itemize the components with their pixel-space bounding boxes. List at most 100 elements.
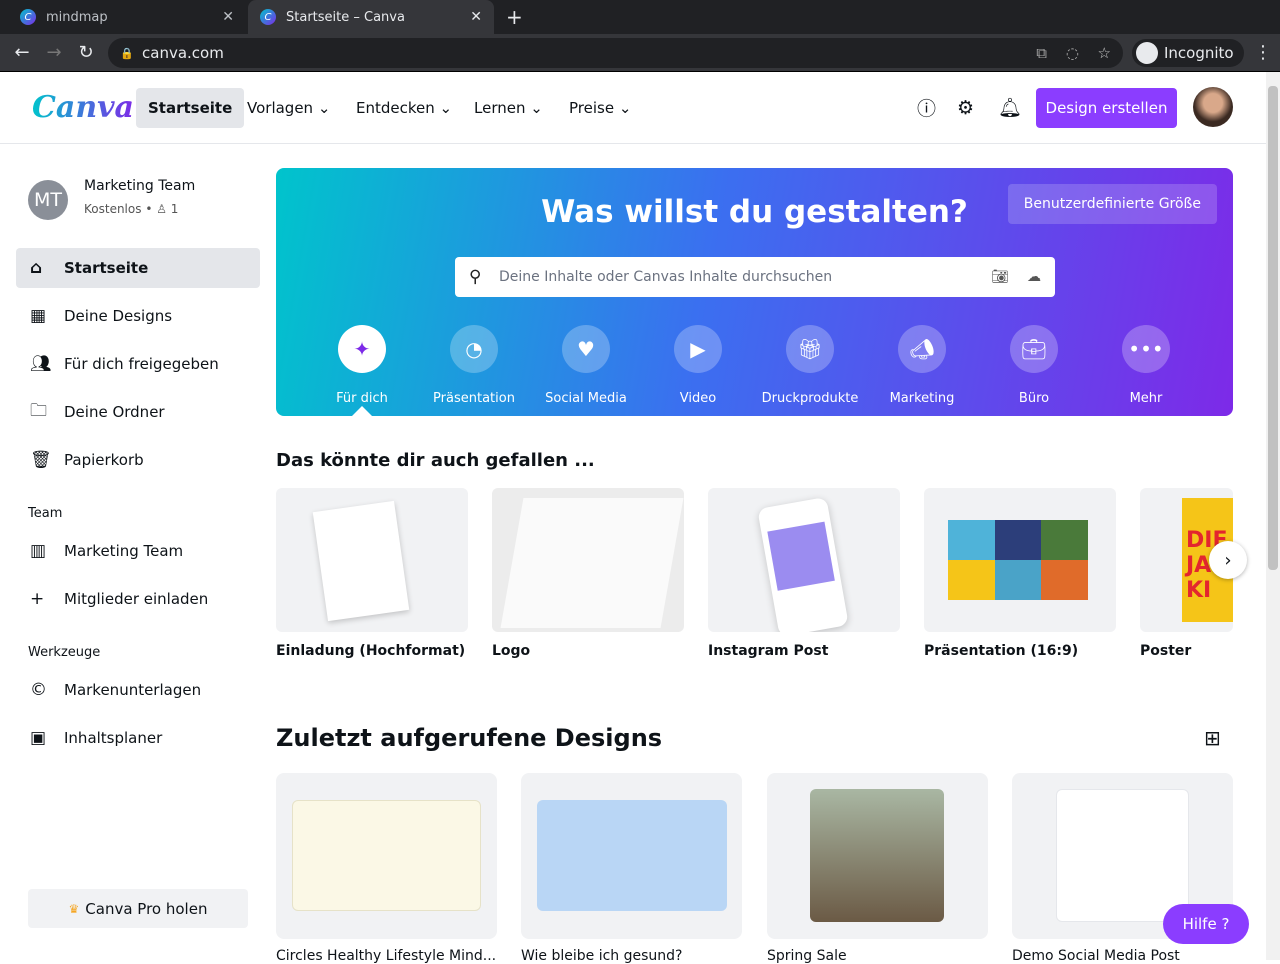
building-icon: ▥ (30, 541, 47, 561)
canva-favicon-icon: C (20, 9, 36, 25)
nav-label: Preise (569, 98, 615, 117)
nav-preise[interactable]: Preise ⌄ (557, 88, 643, 128)
video-icon: ▶ (674, 325, 722, 373)
nav-startseite[interactable]: Startseite (136, 87, 245, 128)
tab-startseite[interactable]: C Startseite – Canva ✕ (248, 0, 494, 34)
chevron-right-icon[interactable]: › (1209, 541, 1247, 579)
user-avatar[interactable] (1193, 87, 1233, 127)
category-label: Video (679, 391, 717, 406)
suggestion-card-logo[interactable] (492, 488, 684, 632)
recent-label[interactable]: Spring Sale (767, 948, 847, 964)
sidebar-label: Mitglieder einladen (64, 590, 209, 608)
sidebar-label: Für dich freigegeben (64, 355, 219, 373)
recent-heading: Zuletzt aufgerufene Designs (276, 724, 663, 752)
sidebar-item-invite[interactable]: + Mitglieder einladen (16, 579, 260, 619)
suggestion-label[interactable]: Präsentation (16:9) (924, 643, 1078, 659)
create-design-button[interactable]: Design erstellen (1036, 88, 1177, 128)
upload-cloud-icon[interactable]: ☁ (1027, 269, 1041, 285)
more-icon: ••• (1122, 325, 1170, 373)
star-icon[interactable]: ☆ (1098, 44, 1111, 62)
forward-icon[interactable]: → (38, 42, 70, 63)
sidebar-label: Marketing Team (64, 542, 184, 560)
eye-off-icon[interactable]: ◌ (1066, 44, 1079, 62)
category-marketing[interactable]: 📣︎ Marketing (866, 325, 978, 406)
sidebar-label: Deine Ordner (64, 403, 165, 421)
canva-logo[interactable]: Canva (32, 90, 134, 125)
tab-mindmap[interactable]: Cmindmap ✕ (8, 0, 246, 34)
category-praesentation[interactable]: ◔ Präsentation (418, 325, 530, 406)
sidebar-label: Markenunterlagen (64, 681, 202, 699)
suggestion-card-presentation[interactable] (924, 488, 1116, 632)
search-input[interactable]: ⚲ Deine Inhalte oder Canvas Inhalte durch… (455, 257, 1055, 297)
team-avatar: MT (28, 180, 68, 220)
recent-label[interactable]: Wie bleibe ich gesund? (521, 948, 683, 964)
team-members: 1 (170, 202, 179, 216)
category-label: Social Media (545, 391, 627, 406)
users-icon: 👥︎ (30, 354, 52, 374)
category-mehr[interactable]: ••• Mehr (1090, 325, 1202, 406)
recent-label[interactable]: Circles Healthy Lifestyle Mind... (276, 948, 496, 964)
suggestion-card-invitation[interactable] (276, 488, 468, 632)
suggestion-card-instagram[interactable] (708, 488, 900, 632)
menu-icon[interactable]: ⋮ (1254, 42, 1272, 63)
team-name: Marketing Team (84, 178, 196, 194)
back-icon[interactable]: ← (6, 42, 38, 63)
sidebar-item-designs[interactable]: ▦ Deine Designs (16, 296, 260, 336)
incognito-icon (1136, 42, 1158, 64)
help-button[interactable]: Hilfe ? (1163, 904, 1249, 944)
new-tab-button[interactable]: + (494, 0, 535, 34)
search-icon: ⚲ (469, 267, 482, 287)
reload-icon[interactable]: ↻ (70, 42, 102, 63)
sidebar-item-trash[interactable]: 🗑︎ Papierkorb (16, 440, 260, 480)
suggestion-label[interactable]: Einladung (Hochformat) (276, 643, 465, 659)
recent-card[interactable] (276, 773, 497, 939)
nav-label: Lernen (474, 98, 526, 117)
category-social-media[interactable]: ♥ Social Media (530, 325, 642, 406)
bell-icon[interactable]: 🔔︎ (998, 96, 1022, 119)
category-label: Marketing (889, 391, 955, 406)
nav-entdecken[interactable]: Entdecken ⌄ (344, 88, 464, 128)
category-buero[interactable]: 💼︎ Büro (978, 325, 1090, 406)
category-fuer-dich[interactable]: ✦ Für dich (306, 325, 418, 406)
url-input[interactable]: 🔒 canva.com ⧉ ◌ ☆ (108, 38, 1123, 68)
incognito-badge[interactable]: Incognito (1132, 39, 1244, 67)
briefcase-icon: 💼︎ (1010, 325, 1058, 373)
custom-size-button[interactable]: Benutzerdefinierte Größe (1007, 184, 1217, 224)
sidebar-item-folders[interactable]: 🗀 Deine Ordner (16, 392, 260, 432)
close-tab-icon[interactable]: ✕ (222, 9, 234, 25)
tab-title: Startseite – Canva (286, 9, 405, 25)
sidebar-item-shared[interactable]: 👥︎ Für dich freigegeben (16, 344, 260, 384)
canva-pro-button[interactable]: ♛ Canva Pro holen (28, 889, 248, 928)
suggestion-label[interactable]: Logo (492, 643, 530, 659)
category-druckprodukte[interactable]: 🎁︎ Druckprodukte (754, 325, 866, 406)
help-circle-icon[interactable]: ⓘ (917, 94, 936, 121)
nav-label: Entdecken (356, 98, 435, 117)
gear-icon[interactable]: ⚙ (957, 97, 974, 119)
plus-icon: + (30, 589, 45, 609)
pro-label: Canva Pro holen (85, 899, 208, 918)
scrollbar-thumb[interactable] (1268, 86, 1278, 570)
sidebar-item-marketing-team[interactable]: ▥ Marketing Team (16, 531, 260, 571)
close-tab-icon[interactable]: ✕ (470, 9, 482, 25)
nav-vorlagen[interactable]: Vorlagen ⌄ (235, 88, 342, 128)
grid-view-icon[interactable]: ⊞ (1204, 726, 1221, 750)
sidebar-label: Deine Designs (64, 307, 173, 325)
translate-icon[interactable]: ⧉ (1036, 44, 1047, 62)
recent-card[interactable] (767, 773, 988, 939)
lock-icon: 🔒 (120, 46, 134, 60)
recent-label[interactable]: Demo Social Media Post (1012, 948, 1180, 964)
recent-card[interactable] (521, 773, 742, 939)
sidebar-item-planner[interactable]: ▣ Inhaltsplaner (16, 718, 260, 758)
sidebar-item-startseite[interactable]: ⌂ Startseite (16, 248, 260, 288)
heart-icon: ♥ (562, 325, 610, 373)
sidebar-item-brand-kit[interactable]: © Markenunterlagen (16, 670, 260, 710)
url-text: canva.com (142, 44, 224, 62)
nav-lernen[interactable]: Lernen ⌄ (462, 88, 555, 128)
suggestion-label[interactable]: Poster (1140, 643, 1191, 659)
category-video[interactable]: ▶ Video (642, 325, 754, 406)
category-label: Druckprodukte (761, 391, 859, 406)
team-plan: Kostenlos (84, 202, 142, 216)
suggestion-label[interactable]: Instagram Post (708, 643, 828, 659)
camera-icon[interactable]: 📷︎ (991, 269, 1009, 285)
category-label: Präsentation (433, 391, 515, 406)
